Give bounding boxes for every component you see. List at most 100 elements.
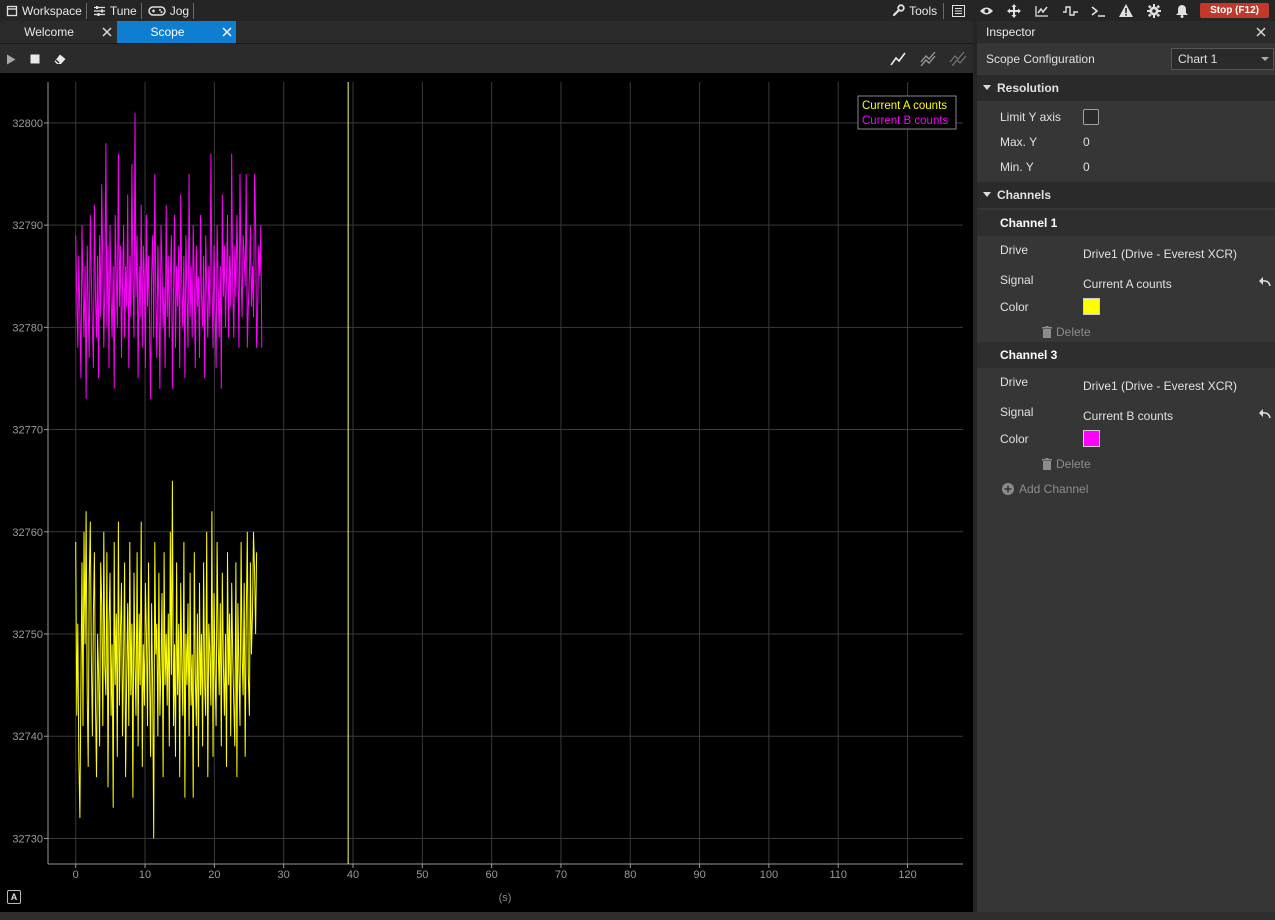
channel-1-delete-button[interactable]: Delete	[1042, 325, 1091, 339]
close-icon	[222, 27, 232, 37]
inspector-header: Inspector	[977, 21, 1275, 43]
limit-y-checkbox[interactable]	[1083, 109, 1099, 125]
inspector-title: Inspector	[986, 25, 1036, 39]
inspector-close-button[interactable]	[1253, 24, 1269, 40]
gear-icon	[1147, 3, 1162, 18]
channel-1-signal-value[interactable]: Current A counts	[1083, 277, 1172, 291]
chart-canvas[interactable]: 0 10 20 30 40 50 60 70 80 90 100 110 120 32730 32740 32…	[0, 73, 973, 912]
channel-3-header: Channel 3	[977, 342, 1275, 368]
tab-welcome-close-icon[interactable]	[98, 21, 116, 43]
reset-signal-icon[interactable]	[1259, 408, 1271, 422]
autoscale-button[interactable]: A	[7, 890, 21, 904]
channel-1-color-row: Color	[977, 296, 1275, 318]
wrench-icon	[892, 4, 905, 17]
move-button[interactable]	[1000, 0, 1028, 21]
channel-3-color-row: Color	[977, 428, 1275, 450]
series-line-2	[75, 112, 263, 399]
resolution-section-header[interactable]: Resolution	[977, 75, 1275, 101]
signal-label: Signal	[1000, 405, 1034, 419]
drive-label: Drive	[1000, 243, 1029, 257]
series-line-1	[75, 480, 258, 839]
add-channel-row: Add Channel	[977, 478, 1275, 500]
gamepad-icon	[147, 5, 166, 16]
top-toolbar-right: Tools Stop (F12)	[886, 0, 1275, 21]
close-icon	[102, 27, 112, 37]
x-tick-label: 0	[73, 869, 79, 881]
limit-y-row: Limit Y axis	[977, 106, 1275, 128]
tune-label: Tune	[109, 3, 137, 18]
channel-3-color-swatch[interactable]	[1083, 430, 1100, 447]
play-button[interactable]	[1, 49, 21, 69]
max-y-label: Max. Y	[1000, 135, 1038, 149]
delete-label: Delete	[1056, 457, 1091, 471]
dual-line-icon	[920, 52, 936, 66]
channel-1-signal-row: Signal Current A counts	[977, 273, 1275, 295]
chart-select-value: Chart 1	[1178, 52, 1218, 66]
channel-3-delete-button[interactable]: Delete	[1042, 457, 1091, 471]
channels-section-header[interactable]: Channels	[977, 182, 1275, 208]
monitor-button[interactable]	[972, 0, 1000, 21]
sliders-icon	[93, 5, 105, 16]
channel-3-signal-value[interactable]: Current B counts	[1083, 409, 1173, 423]
play-icon	[7, 54, 16, 64]
scope-button[interactable]	[1028, 0, 1056, 21]
channel-1-drive-row: Drive Drive1 (Drive - Everest XCR)	[977, 243, 1275, 265]
min-y-field[interactable]: 0	[1083, 160, 1090, 174]
reset-signal-icon[interactable]	[1259, 276, 1271, 290]
tools-menu[interactable]: Tools	[886, 0, 943, 21]
chart-select[interactable]: Chart 1	[1171, 48, 1274, 70]
y-tick-label: 32780	[12, 322, 43, 334]
step-mode-button[interactable]	[918, 49, 938, 69]
stop-capture-button[interactable]	[25, 49, 45, 69]
status-strip	[0, 912, 1275, 920]
x-tick-label: 30	[278, 869, 290, 881]
tune-menu[interactable]: Tune	[87, 0, 141, 21]
jog-menu[interactable]: Jog	[142, 0, 193, 21]
clear-button[interactable]	[50, 49, 70, 69]
channel-3-title: Channel 3	[1000, 348, 1058, 362]
tab-welcome[interactable]: Welcome	[0, 21, 116, 43]
limit-y-label: Limit Y axis	[1000, 110, 1061, 124]
workspace-label: Workspace	[22, 3, 82, 18]
channel-1-color-swatch[interactable]	[1083, 298, 1100, 315]
x-axis-label: (s)	[499, 892, 512, 904]
channel-3-drive-row: Drive Drive1 (Drive - Everest XCR)	[977, 375, 1275, 397]
tab-scope[interactable]: Scope	[117, 21, 236, 43]
channels-title: Channels	[997, 188, 1052, 202]
jog-label: Jog	[169, 3, 190, 18]
signal-button[interactable]	[1056, 0, 1084, 21]
x-tick-label: 70	[555, 869, 567, 881]
notifications-button[interactable]	[1168, 0, 1196, 21]
x-tick-label: 20	[208, 869, 220, 881]
terminal-button[interactable]	[1084, 0, 1112, 21]
scope-chart[interactable]: 0 10 20 30 40 50 60 70 80 90 100 110 120 32730 32740 32…	[0, 73, 973, 912]
y-tick-label: 32800	[12, 118, 43, 130]
legend-entry: Current A counts	[862, 100, 947, 112]
settings-button[interactable]	[1140, 0, 1168, 21]
stop-button[interactable]: Stop (F12)	[1200, 3, 1269, 18]
line-mode-button[interactable]	[888, 49, 908, 69]
workspace-menu[interactable]: Workspace	[0, 0, 86, 21]
plus-circle-icon	[1002, 483, 1014, 495]
tools-label: Tools	[909, 3, 938, 18]
channel-3-signal-row: Signal Current B counts	[977, 405, 1275, 427]
scope-config-label: Scope Configuration	[986, 52, 1095, 66]
chart-line-icon	[1035, 5, 1049, 17]
warnings-button[interactable]	[1112, 0, 1140, 21]
resolution-title: Resolution	[997, 81, 1059, 95]
channel-3-drive-value[interactable]: Drive1 (Drive - Everest XCR)	[1083, 379, 1237, 393]
list-view-button[interactable]	[944, 0, 972, 21]
channel-1-header: Channel 1	[977, 210, 1275, 236]
y-tick-label: 32790	[12, 220, 43, 232]
max-y-field[interactable]: 0	[1083, 135, 1090, 149]
add-channel-label: Add Channel	[1019, 482, 1089, 496]
tab-scope-close-icon[interactable]	[218, 21, 236, 43]
add-channel-button[interactable]: Add Channel	[1002, 482, 1088, 496]
channel-3-delete-row: Delete	[977, 453, 1275, 475]
channel-1-delete-row: Delete	[977, 321, 1275, 343]
scatter-mode-button[interactable]	[948, 49, 968, 69]
tab-scope-label: Scope	[150, 25, 185, 39]
top-menu-bar: Workspace Tune Jog Tools Stop (F12)	[0, 0, 1275, 21]
y-tick-label: 32770	[12, 425, 43, 437]
channel-1-drive-value[interactable]: Drive1 (Drive - Everest XCR)	[1083, 247, 1237, 261]
